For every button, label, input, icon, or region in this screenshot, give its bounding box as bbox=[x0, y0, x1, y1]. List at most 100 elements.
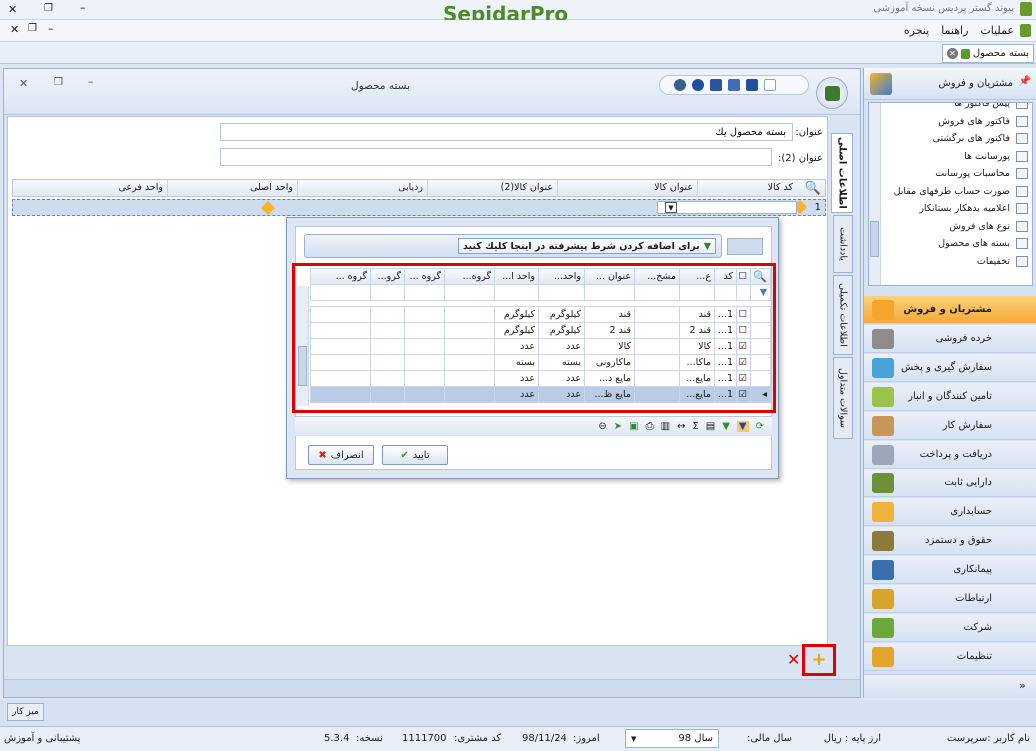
refresh-icon[interactable]: ⟳ bbox=[756, 421, 764, 432]
tab-close-icon[interactable]: ✕ bbox=[946, 48, 958, 59]
nav-work-order[interactable]: سفارش كار bbox=[864, 411, 1036, 440]
col-code[interactable]: كد bbox=[714, 268, 737, 285]
nav-payroll[interactable]: حقوق و دستمزد bbox=[864, 527, 1036, 556]
col-main-unit[interactable]: واحد ا... bbox=[494, 268, 539, 285]
nav-communications[interactable]: ارتباطات bbox=[864, 585, 1036, 613]
sum-icon[interactable]: Σ bbox=[692, 421, 698, 432]
select-all-checkbox[interactable]: ☐ bbox=[736, 268, 751, 285]
col-title-short[interactable]: ع... bbox=[679, 268, 715, 285]
tree-scrollbar[interactable] bbox=[869, 103, 881, 285]
grid-search-icon[interactable]: 🔍 bbox=[805, 181, 821, 196]
col-tracking[interactable]: ردیابی bbox=[297, 180, 427, 196]
nav-company[interactable]: شركت bbox=[864, 613, 1036, 642]
nav-receipt-payment[interactable]: دریافت و پرداخت bbox=[864, 440, 1036, 469]
tab-product-bundle[interactable]: بسته محصول ✕ bbox=[942, 44, 1034, 63]
col-title2[interactable]: عنوان كالا(2) bbox=[427, 180, 557, 196]
col-unit[interactable]: واحد... bbox=[538, 268, 585, 285]
desk-button[interactable]: میز كار bbox=[7, 703, 44, 721]
tree-item[interactable]: نوع های فروش bbox=[880, 218, 1030, 236]
col-group4[interactable]: گروه ... bbox=[310, 268, 371, 285]
save-new-icon[interactable] bbox=[728, 79, 740, 91]
menu-window[interactable]: پنجره bbox=[904, 24, 929, 37]
layout-icon[interactable]: ▤ bbox=[706, 421, 715, 432]
row-checkbox[interactable]: ☑ bbox=[736, 338, 751, 355]
tab-notes[interactable]: یادداشت bbox=[833, 215, 853, 273]
lookup-row[interactable]: ☑ 1... مایع... مایع د... عدد عدد bbox=[310, 370, 771, 387]
restore-icon[interactable]: ❐ bbox=[44, 3, 53, 14]
print-icon[interactable]: ⎙ bbox=[646, 421, 654, 432]
lookup-row[interactable]: ◂ ☑ 1... مایع... مایع ظ... عدد عدد bbox=[310, 386, 771, 403]
tab-extra-info[interactable]: اطلاعات تكمیلی bbox=[833, 275, 853, 355]
lookup-search-icon[interactable]: 🔍 bbox=[750, 268, 771, 285]
row-checkbox[interactable]: ☑ bbox=[736, 370, 751, 387]
fiscal-year-select[interactable]: سال 98 ▼ bbox=[625, 729, 719, 748]
tree-item[interactable]: صورت حساب طرفهای مقابل bbox=[880, 183, 1030, 201]
col-main-unit[interactable]: واحد اصلی bbox=[167, 180, 297, 196]
nav-accounting[interactable]: حسابداری bbox=[864, 498, 1036, 527]
close-icon[interactable]: ✕ bbox=[8, 3, 17, 16]
tab-main-info[interactable]: اطلاعات اصلی bbox=[831, 133, 853, 213]
tab-faq[interactable]: سوالات متداول bbox=[833, 357, 853, 439]
window-close-icon[interactable]: ✕ bbox=[19, 77, 28, 90]
menu-operations[interactable]: عملیات bbox=[980, 24, 1014, 37]
excel-icon[interactable]: ▣ bbox=[629, 421, 638, 432]
tree-item[interactable]: اعلامیه بدهكار بستانكار bbox=[880, 200, 1030, 218]
nav-retail[interactable]: خرده فروشی bbox=[864, 324, 1036, 353]
row-checkbox[interactable]: ☐ bbox=[736, 322, 751, 339]
nav-suppliers-inventory[interactable]: تامین كنندگان و انبار bbox=[864, 382, 1036, 411]
row-checkbox[interactable]: ☐ bbox=[736, 306, 751, 323]
lookup-row[interactable]: ☐ 1... قند 2 قند 2 كیلوگرم كیلوگرم bbox=[310, 322, 771, 339]
lookup-scrollbar[interactable] bbox=[297, 286, 309, 406]
tree-item[interactable]: پیش فاكتور ها bbox=[880, 103, 1030, 113]
filter-field[interactable] bbox=[727, 238, 763, 255]
col-group2[interactable]: گروه ... bbox=[404, 268, 445, 285]
tree-item[interactable]: تخفیفات bbox=[880, 253, 1030, 271]
row-code-cell[interactable] bbox=[657, 201, 797, 214]
nav-sales[interactable]: مشتریان و فروش bbox=[864, 296, 1036, 324]
filter-row-icon[interactable]: ▼ bbox=[750, 284, 771, 301]
doc-restore-icon[interactable]: ❐ bbox=[28, 23, 37, 34]
tree-item[interactable]: فاكتور های فروش bbox=[880, 113, 1030, 131]
title2-input[interactable] bbox=[220, 148, 772, 166]
doc-minimize-icon[interactable]: – bbox=[48, 22, 54, 35]
filter-green-icon[interactable]: ▼ bbox=[722, 421, 730, 432]
dropdown-icon[interactable]: ▼ bbox=[665, 202, 677, 213]
export-icon[interactable]: ➤ bbox=[614, 421, 622, 432]
save-close-icon[interactable] bbox=[710, 79, 722, 91]
window-minimize-icon[interactable]: – bbox=[88, 75, 94, 88]
row-checkbox[interactable]: ☑ bbox=[736, 354, 751, 371]
doc-close-icon[interactable]: ✕ bbox=[10, 23, 19, 36]
tree-item[interactable]: فاكتور های برگشتی bbox=[880, 130, 1030, 148]
col-group3[interactable]: گرو... bbox=[370, 268, 405, 285]
tree-item[interactable]: محاسبات پورسانت bbox=[880, 165, 1030, 183]
menu-help[interactable]: راهنما bbox=[941, 24, 968, 37]
col-spec[interactable]: مشخ... bbox=[634, 268, 680, 285]
advanced-filter-button[interactable]: ▼ برای اضافه كردن شرط پیشرفته در اینجا ك… bbox=[458, 238, 716, 254]
nav-settings[interactable]: تنظیمات bbox=[864, 642, 1036, 671]
save-icon[interactable] bbox=[746, 79, 758, 91]
nav-order-distribution[interactable]: سفارش گیری و پخش bbox=[864, 353, 1036, 382]
columns-icon[interactable]: ▥ bbox=[661, 421, 670, 432]
col-group1[interactable]: گروه... bbox=[444, 268, 495, 285]
lookup-row[interactable]: ☑ 1... كالا كالا عدد عدد bbox=[310, 338, 771, 355]
lookup-row[interactable]: ☑ 1... ماكا... ماكارونی بسته بسته bbox=[310, 354, 771, 371]
items-grid-row[interactable]: 1 ▼ bbox=[12, 199, 826, 216]
title-input[interactable] bbox=[220, 123, 793, 141]
col-name[interactable]: عنوان ... bbox=[584, 268, 635, 285]
nav-contracting[interactable]: پیمانكاری bbox=[864, 556, 1036, 585]
window-restore-icon[interactable]: ❐ bbox=[54, 77, 63, 88]
col-sub-unit[interactable]: واحد فرعی bbox=[42, 180, 167, 196]
status-support[interactable]: پشتیبانی و آموزش bbox=[4, 733, 80, 744]
ok-button[interactable]: ✔ تایید bbox=[382, 445, 448, 465]
minimize-icon[interactable]: – bbox=[80, 1, 86, 14]
nav-fixed-assets[interactable]: دارایی ثابت bbox=[864, 469, 1036, 498]
lookup-row[interactable]: ☐ 1... قند قند كیلوگرم كیلوگرم bbox=[310, 306, 771, 323]
zoom-icon[interactable]: ⊖ bbox=[598, 421, 606, 432]
tools-icon[interactable] bbox=[674, 79, 686, 91]
delete-row-icon[interactable]: ✕ bbox=[787, 650, 800, 669]
cancel-button[interactable]: ✖ انصراف bbox=[308, 445, 374, 465]
col-code[interactable]: كد كالا bbox=[697, 180, 797, 196]
expand-chevron-icon[interactable]: » bbox=[1019, 679, 1026, 692]
tree-item[interactable]: بسته های محصول bbox=[880, 235, 1030, 253]
row-checkbox[interactable]: ☑ bbox=[736, 386, 751, 403]
